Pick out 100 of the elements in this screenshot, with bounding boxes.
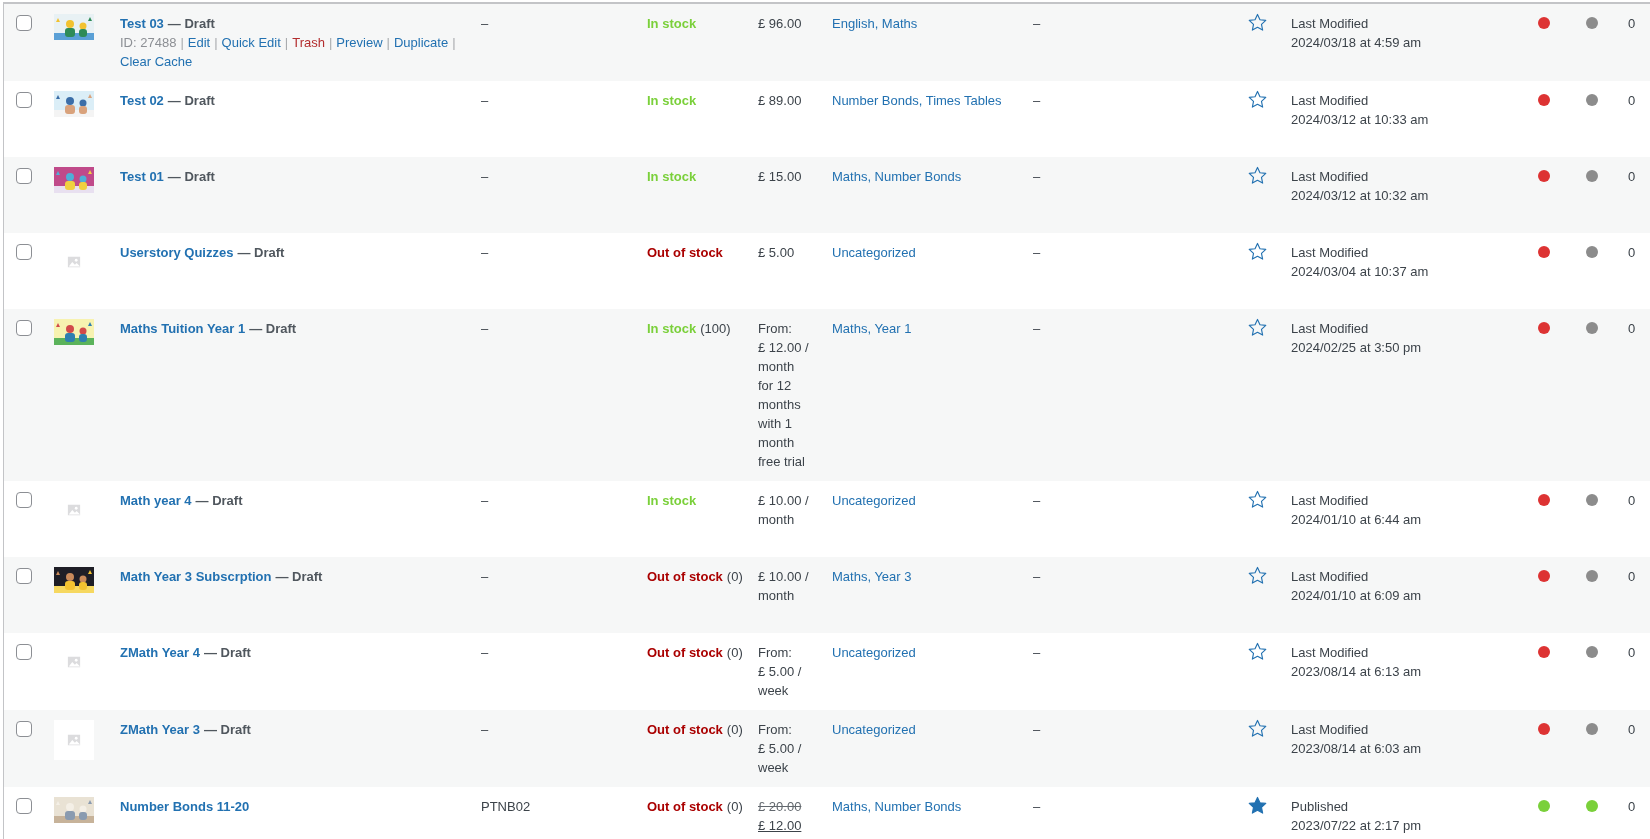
category-links[interactable]: Uncategorized (832, 722, 916, 737)
category-links[interactable]: Maths, Year 3 (832, 569, 912, 584)
separator: | (386, 34, 390, 52)
row-checkbox[interactable] (16, 721, 32, 737)
stock-status: Out of stock (647, 645, 723, 660)
star-outline-icon[interactable] (1248, 166, 1267, 185)
product-name-link[interactable]: Math year 4 (120, 493, 192, 508)
product-name-link[interactable]: ZMath Year 4 (120, 645, 200, 660)
separator: | (214, 34, 218, 52)
tags-text: – (1033, 645, 1041, 660)
category-links[interactable]: Maths, Year 1 (832, 321, 912, 336)
stock-status: In stock (647, 493, 697, 508)
star-outline-icon[interactable] (1248, 490, 1267, 509)
star-outline-icon[interactable] (1248, 318, 1267, 337)
price-text: week (758, 759, 789, 777)
price-text: £ 12.00 / (758, 339, 809, 357)
sku-text: – (481, 321, 489, 336)
star-outline-icon[interactable] (1248, 90, 1267, 109)
stock-count: (0) (726, 722, 743, 737)
post-status: — Draft (195, 493, 243, 508)
price-text: month (758, 587, 795, 605)
product-name-link[interactable]: Maths Tuition Year 1 (120, 321, 246, 336)
stock-status: Out of stock (647, 722, 723, 737)
count-text: 0 (1628, 799, 1636, 814)
star-outline-icon[interactable] (1248, 242, 1267, 261)
row-checkbox[interactable] (16, 244, 32, 260)
row-checkbox[interactable] (16, 568, 32, 584)
stock-status: In stock (647, 93, 697, 108)
price-text: month (758, 511, 795, 529)
tags-text: – (1033, 245, 1041, 260)
post-status: — Draft (237, 245, 285, 260)
tags-text: – (1033, 16, 1041, 31)
stock-count: (0) (726, 645, 743, 660)
post-status: — Draft (275, 569, 323, 584)
category-links[interactable]: Maths, Number Bonds (832, 169, 962, 184)
product-name-link[interactable]: Test 02 (120, 93, 164, 108)
product-name-link[interactable]: ZMath Year 3 (120, 722, 200, 737)
count-text: 0 (1628, 321, 1636, 336)
product-name-link[interactable]: Test 01 (120, 169, 164, 184)
date-text: 2024/01/10 at 6:44 am (1291, 511, 1422, 529)
date-label: Last Modified (1291, 15, 1369, 33)
sku-text: – (481, 645, 489, 660)
row-action-link[interactable]: Trash (292, 33, 325, 52)
category-links[interactable]: Uncategorized (832, 245, 916, 260)
star-outline-icon[interactable] (1248, 642, 1267, 661)
date-label: Last Modified (1291, 244, 1369, 262)
row-action-link[interactable]: Preview (336, 33, 383, 52)
stock-count: (0) (726, 799, 743, 814)
row-checkbox[interactable] (16, 798, 32, 814)
date-text: 2024/03/04 at 10:37 am (1291, 263, 1429, 281)
star-outline-icon[interactable] (1248, 13, 1267, 32)
row-action-link[interactable]: Quick Edit (221, 33, 281, 52)
row-checkbox[interactable] (16, 168, 32, 184)
row-checkbox[interactable] (16, 644, 32, 660)
product-name-link[interactable]: Userstory Quizzes (120, 245, 234, 260)
price-text: £ 96.00 (758, 15, 802, 33)
separator: | (328, 34, 333, 52)
product-name-link[interactable]: Test 03 (120, 16, 164, 31)
price-text: £ 89.00 (758, 92, 802, 110)
post-status: — Draft (203, 722, 251, 737)
category-links[interactable]: English, Maths (832, 16, 918, 31)
post-status: — Draft (167, 93, 215, 108)
category-links[interactable]: Number Bonds, Times Tables (832, 93, 1002, 108)
image-placeholder-icon (67, 255, 81, 269)
product-name-link[interactable]: Number Bonds 11-20 (120, 799, 250, 814)
row-action-link[interactable]: Edit (187, 33, 211, 52)
image-placeholder-icon (67, 655, 81, 669)
date-label: Last Modified (1291, 92, 1369, 110)
row-action-link[interactable]: Duplicate (394, 33, 449, 52)
post-status: — Draft (167, 16, 215, 31)
sku-text: – (481, 169, 489, 184)
image-placeholder-icon (67, 503, 81, 517)
row-checkbox[interactable] (16, 15, 32, 31)
tags-text: – (1033, 799, 1041, 814)
row-checkbox[interactable] (16, 492, 32, 508)
category-links[interactable]: Uncategorized (832, 645, 916, 660)
category-links[interactable]: Maths, Number Bonds (832, 799, 962, 814)
separator: | (180, 34, 184, 52)
count-text: 0 (1628, 645, 1636, 660)
count-text: 0 (1628, 169, 1636, 184)
post-status: — Draft (249, 321, 297, 336)
filled-star-icon[interactable] (1248, 796, 1267, 815)
date-label: Last Modified (1291, 492, 1369, 510)
star-outline-icon[interactable] (1248, 719, 1267, 738)
date-label: Last Modified (1291, 168, 1369, 186)
price-text: for 12 (758, 377, 792, 395)
sku-text: – (481, 569, 489, 584)
price-text: From: (758, 320, 792, 338)
price-text: month (758, 434, 795, 452)
sku-text: – (481, 16, 489, 31)
row-action-link[interactable]: Clear Cache (120, 52, 193, 71)
price-text: From: (758, 644, 792, 662)
row-checkbox[interactable] (16, 92, 32, 108)
date-text: 2024/01/10 at 6:09 am (1291, 587, 1422, 605)
star-outline-icon[interactable] (1248, 566, 1267, 585)
price-text: month (758, 358, 795, 376)
date-label: Last Modified (1291, 644, 1369, 662)
product-name-link[interactable]: Math Year 3 Subscrption (120, 569, 272, 584)
category-links[interactable]: Uncategorized (832, 493, 916, 508)
row-checkbox[interactable] (16, 320, 32, 336)
